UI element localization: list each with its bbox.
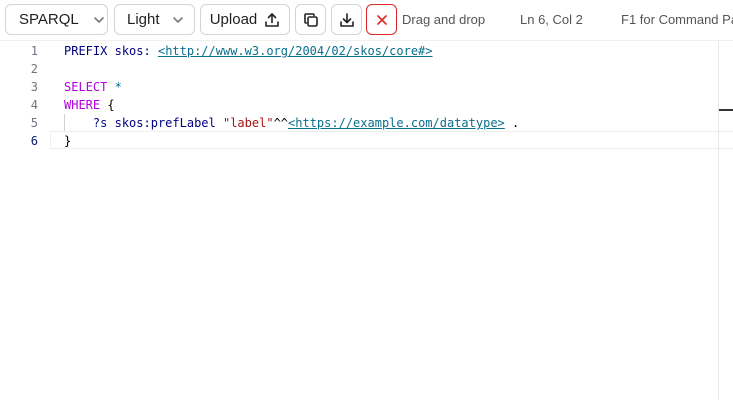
- select-star: *: [114, 80, 122, 94]
- line-number: 2: [30, 62, 38, 76]
- datatype-caret: ^^: [273, 116, 289, 130]
- line-number-active: 6: [30, 134, 38, 148]
- download-button[interactable]: [331, 4, 362, 35]
- string-literal: "label": [222, 116, 274, 130]
- iri-link[interactable]: https://example.com/datatype: [295, 116, 497, 130]
- clear-button[interactable]: [366, 4, 397, 35]
- language-select-value: SPARQL: [19, 11, 79, 28]
- variable: ?s: [92, 116, 108, 130]
- code-editor[interactable]: 1 2 3 4 5 6 PREFIX skos: <http://www.w3.…: [0, 40, 733, 400]
- line-number: 3: [30, 80, 38, 94]
- line-number: 1: [30, 44, 38, 58]
- close-icon: [376, 14, 387, 25]
- iri-close: >: [425, 44, 433, 58]
- theme-select[interactable]: Light: [114, 4, 195, 35]
- line-number: 5: [30, 116, 38, 130]
- copy-button[interactable]: [295, 4, 326, 35]
- command-palette-hint: F1 for Command Palette: [621, 12, 733, 27]
- upload-button-label: Upload: [209, 11, 258, 28]
- line-number-gutter: 1 2 3 4 5 6: [0, 41, 50, 400]
- code-line[interactable]: ?s skos:prefLabel "label"^^<https://exam…: [64, 114, 519, 132]
- line-number: 4: [30, 98, 38, 112]
- chevron-down-icon: [93, 16, 104, 23]
- open-brace: {: [107, 98, 115, 112]
- upload-icon: [265, 12, 280, 27]
- prefix-keyword: PREFIX: [64, 44, 108, 58]
- vertical-scrollbar[interactable]: [718, 41, 719, 400]
- code-line-active[interactable]: }: [64, 132, 71, 150]
- code-line[interactable]: WHERE {: [64, 96, 115, 114]
- select-keyword: SELECT: [64, 80, 108, 94]
- code-line[interactable]: PREFIX skos: <http://www.w3.org/2004/02/…: [64, 42, 433, 60]
- close-brace: }: [64, 134, 72, 148]
- iri-close: >: [497, 116, 505, 130]
- overview-ruler-cursor-mark: [719, 109, 733, 111]
- chevron-down-icon: [172, 16, 183, 23]
- download-icon: [339, 12, 354, 27]
- theme-select-value: Light: [127, 11, 160, 28]
- copy-icon: [303, 12, 318, 27]
- toolbar: SPARQL Light Upload Drag and drop Ln 6, …: [0, 0, 733, 40]
- prefixed-name: skos:prefLabel: [114, 116, 216, 130]
- statement-dot: .: [512, 116, 520, 130]
- code-line[interactable]: SELECT *: [64, 78, 122, 96]
- iri-link[interactable]: http://www.w3.org/2004/02/skos/core#: [165, 44, 425, 58]
- cursor-position: Ln 6, Col 2: [520, 12, 583, 27]
- current-line-highlight: [50, 131, 733, 149]
- upload-button[interactable]: Upload: [200, 4, 290, 35]
- where-keyword: WHERE: [64, 98, 101, 112]
- drag-and-drop-hint: Drag and drop: [402, 12, 486, 27]
- prefix-name: skos:: [114, 44, 151, 58]
- language-select[interactable]: SPARQL: [5, 4, 108, 35]
